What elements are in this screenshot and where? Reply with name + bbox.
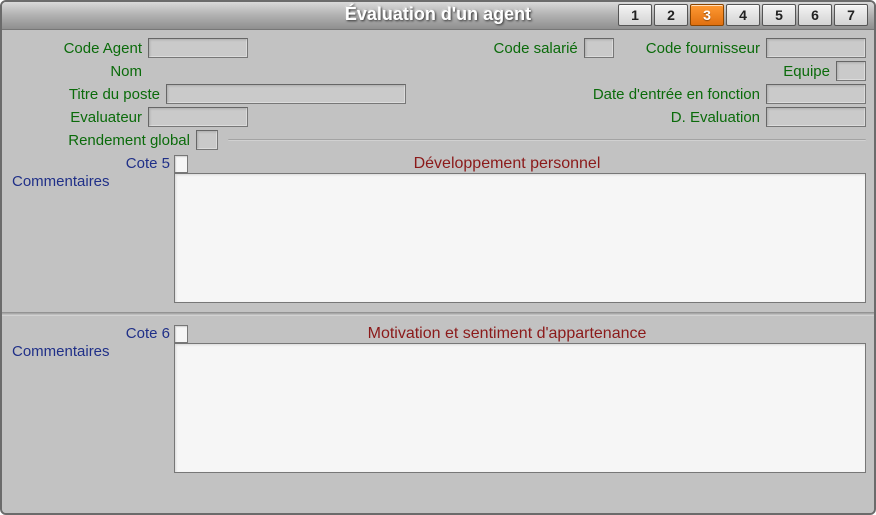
cote-6-input[interactable] [174,325,188,343]
evaluation-window: Évaluation d'un agent 1 2 3 4 5 6 7 Code… [0,0,876,515]
cote-5-input[interactable] [174,155,188,173]
titlebar: Évaluation d'un agent 1 2 3 4 5 6 7 [2,2,874,30]
comments-1-input[interactable] [174,173,866,303]
code-fournisseur-input[interactable] [766,38,866,58]
cote-5-label: Cote 5 [10,155,170,172]
d-evaluation-input[interactable] [766,107,866,127]
titre-poste-input[interactable] [166,84,406,104]
equipe-label: Equipe [783,63,830,80]
code-salarie-input[interactable] [584,38,614,58]
nom-label: Nom [10,63,142,80]
tab-5[interactable]: 5 [762,4,796,26]
tabs-container: 1 2 3 4 5 6 7 [618,4,868,26]
rendement-global-input[interactable] [196,130,218,150]
comments-1-label: Commentaires [10,173,170,190]
comments-2-label: Commentaires [10,343,170,360]
section-developpement-personnel: Cote 5 Développement personnel Commentai… [10,155,866,303]
code-agent-input[interactable] [148,38,248,58]
form-body: Code Agent Code salarié Code fournisseur… [2,30,874,513]
code-fournisseur-label: Code fournisseur [646,40,760,57]
code-agent-label: Code Agent [10,40,142,57]
d-evaluation-label: D. Evaluation [671,109,760,126]
code-salarie-label: Code salarié [494,40,578,57]
section-motivation-appartenance: Cote 6 Motivation et sentiment d'apparte… [10,325,866,473]
titre-poste-label: Titre du poste [10,86,160,103]
evaluateur-label: Evaluateur [10,109,142,126]
tab-1[interactable]: 1 [618,4,652,26]
date-entree-label: Date d'entrée en fonction [593,86,760,103]
separator-line [228,139,866,141]
header-fields: Code Agent Code salarié Code fournisseur… [10,38,866,150]
rendement-global-label: Rendement global [10,132,190,149]
tab-3[interactable]: 3 [690,4,724,26]
cote-6-label: Cote 6 [10,325,170,342]
tab-2[interactable]: 2 [654,4,688,26]
section-1-title: Développement personnel [188,155,826,173]
tab-7[interactable]: 7 [834,4,868,26]
section-divider [2,312,874,316]
comments-2-input[interactable] [174,343,866,473]
evaluateur-input[interactable] [148,107,248,127]
tab-4[interactable]: 4 [726,4,760,26]
section-2-title: Motivation et sentiment d'appartenance [188,325,826,343]
tab-6[interactable]: 6 [798,4,832,26]
equipe-input[interactable] [836,61,866,81]
date-entree-input[interactable] [766,84,866,104]
